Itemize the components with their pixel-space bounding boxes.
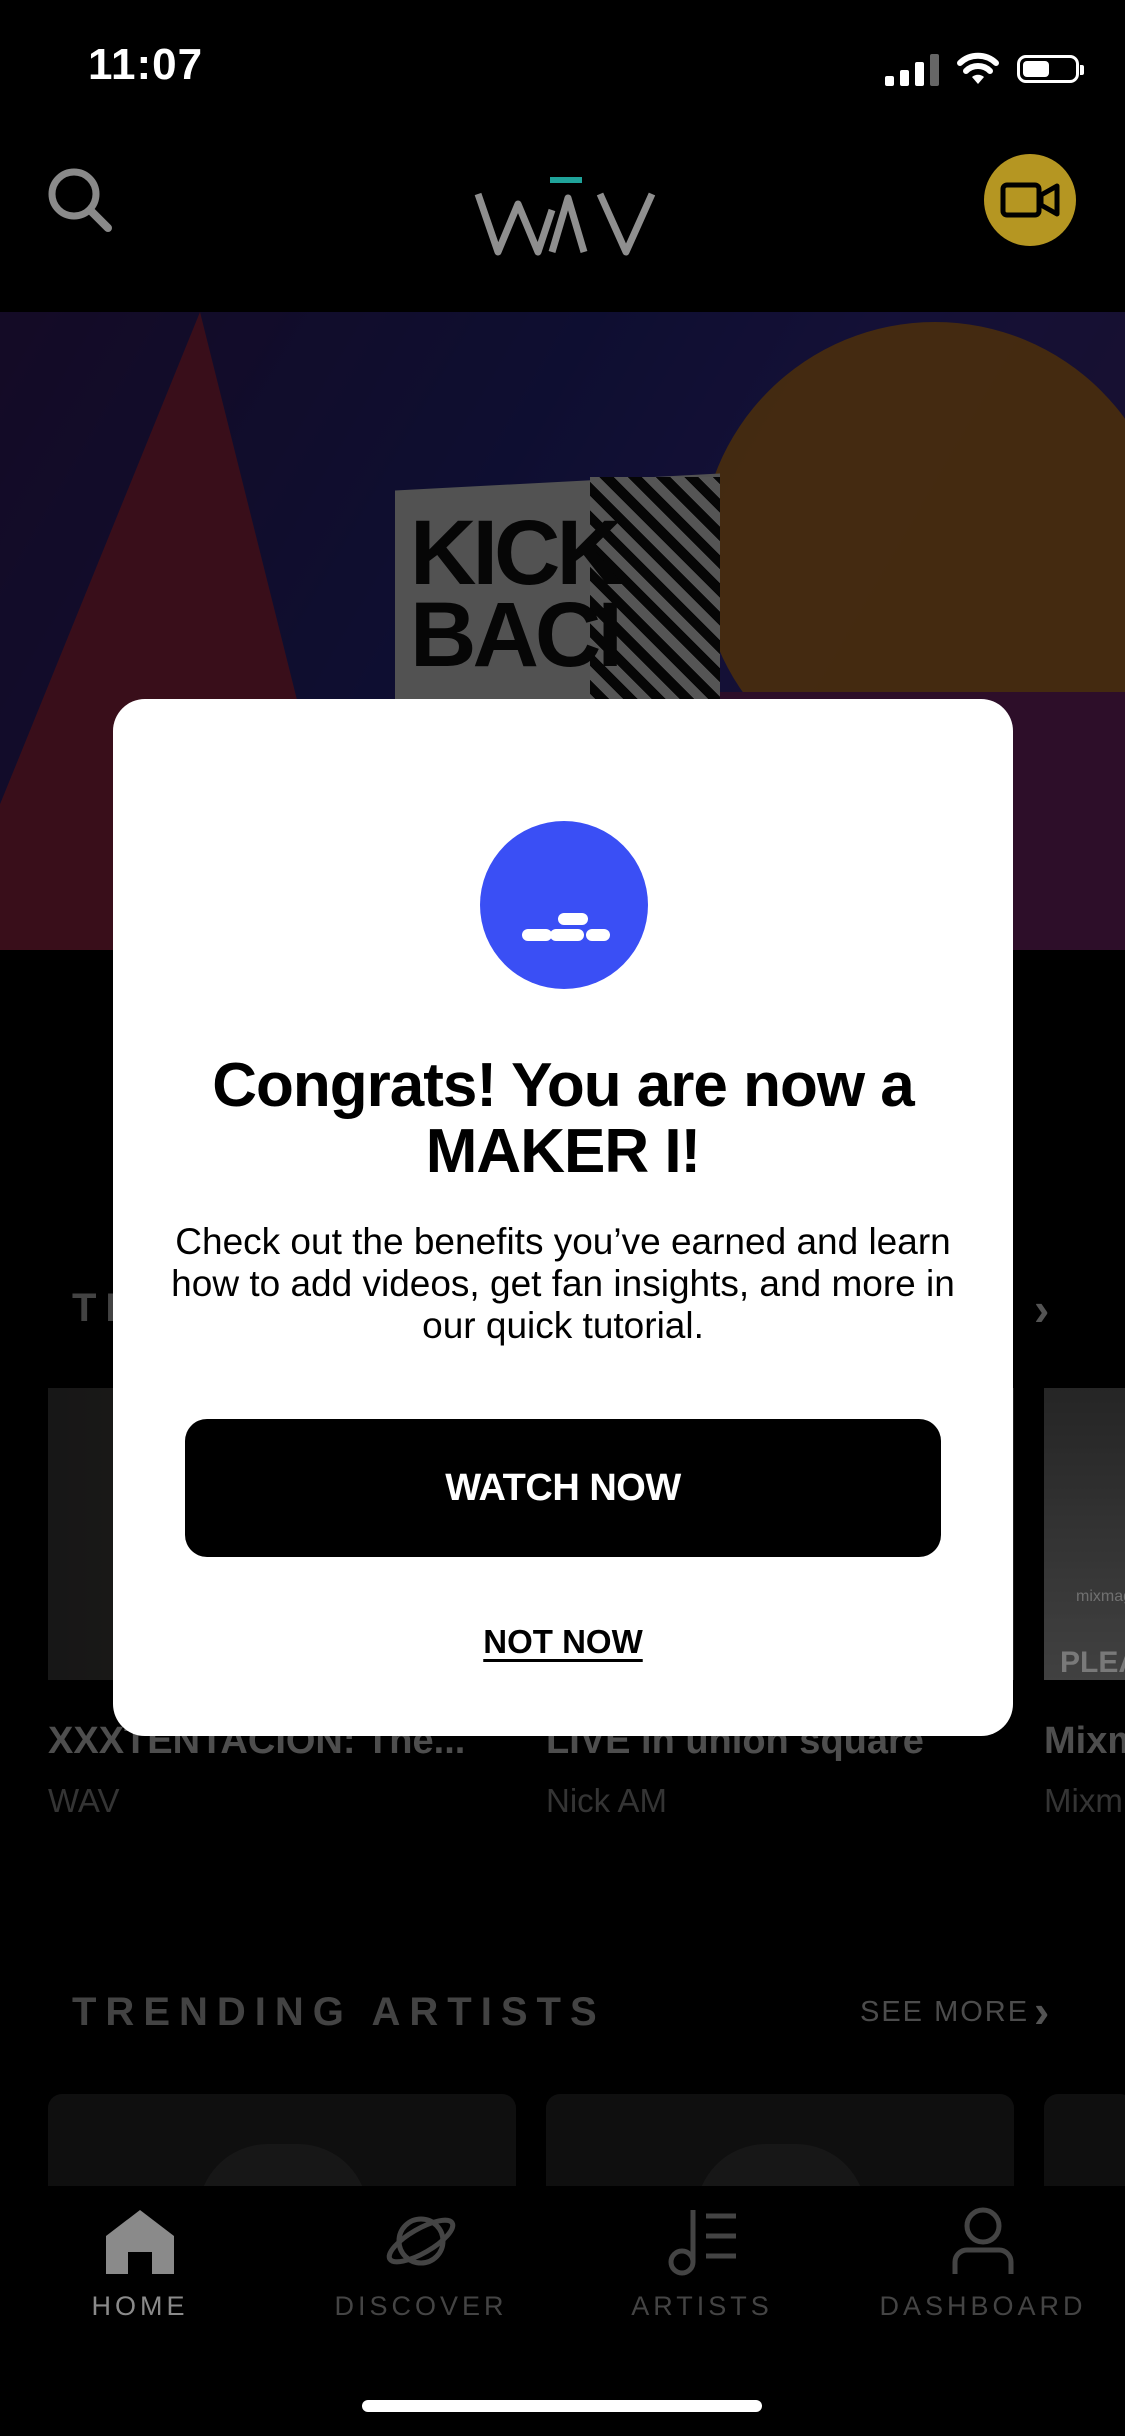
tab-discover[interactable]: DISCOVER: [296, 2206, 546, 2322]
home-indicator: [362, 2400, 762, 2412]
cellular-signal-icon: [885, 52, 939, 86]
maker-congrats-modal: Congrats! You are now a MAKER I! Check o…: [113, 699, 1013, 1736]
music-note-list-icon: [668, 2210, 736, 2276]
status-icons: [885, 52, 1084, 86]
modal-title: Congrats! You are now a MAKER I!: [212, 1051, 915, 1186]
person-icon: [952, 2207, 1014, 2274]
watch-now-button[interactable]: WATCH NOW: [185, 1419, 941, 1557]
video-camera-icon: [1000, 182, 1060, 218]
tab-dashboard[interactable]: DASHBOARD: [858, 2206, 1108, 2322]
tab-bar: HOME DISCOVER ARTISTS DASHBOARD: [0, 2186, 1125, 2436]
tab-label: ARTISTS: [631, 2291, 773, 2321]
modal-body: Check out the benefits you’ve earned and…: [171, 1221, 955, 1346]
tab-label: HOME: [91, 2291, 189, 2321]
go-live-camera-button[interactable]: [984, 154, 1076, 246]
maker-badge-icon: [480, 821, 648, 989]
tab-label: DISCOVER: [334, 2291, 508, 2321]
search-button[interactable]: [42, 162, 122, 242]
tab-label: DASHBOARD: [879, 2291, 1087, 2321]
status-bar: 11:07: [0, 0, 1125, 130]
home-icon: [106, 2210, 174, 2274]
planet-icon: [386, 2216, 456, 2266]
status-time: 11:07: [88, 40, 204, 89]
battery-icon: [1017, 55, 1084, 83]
search-icon: [48, 168, 112, 232]
wav-logo: [470, 150, 660, 260]
wifi-icon: [957, 52, 999, 84]
app-header: [0, 130, 1125, 310]
tab-home[interactable]: HOME: [15, 2206, 265, 2322]
tab-artists[interactable]: ARTISTS: [577, 2206, 827, 2322]
not-now-link[interactable]: NOT NOW: [413, 1623, 713, 1661]
